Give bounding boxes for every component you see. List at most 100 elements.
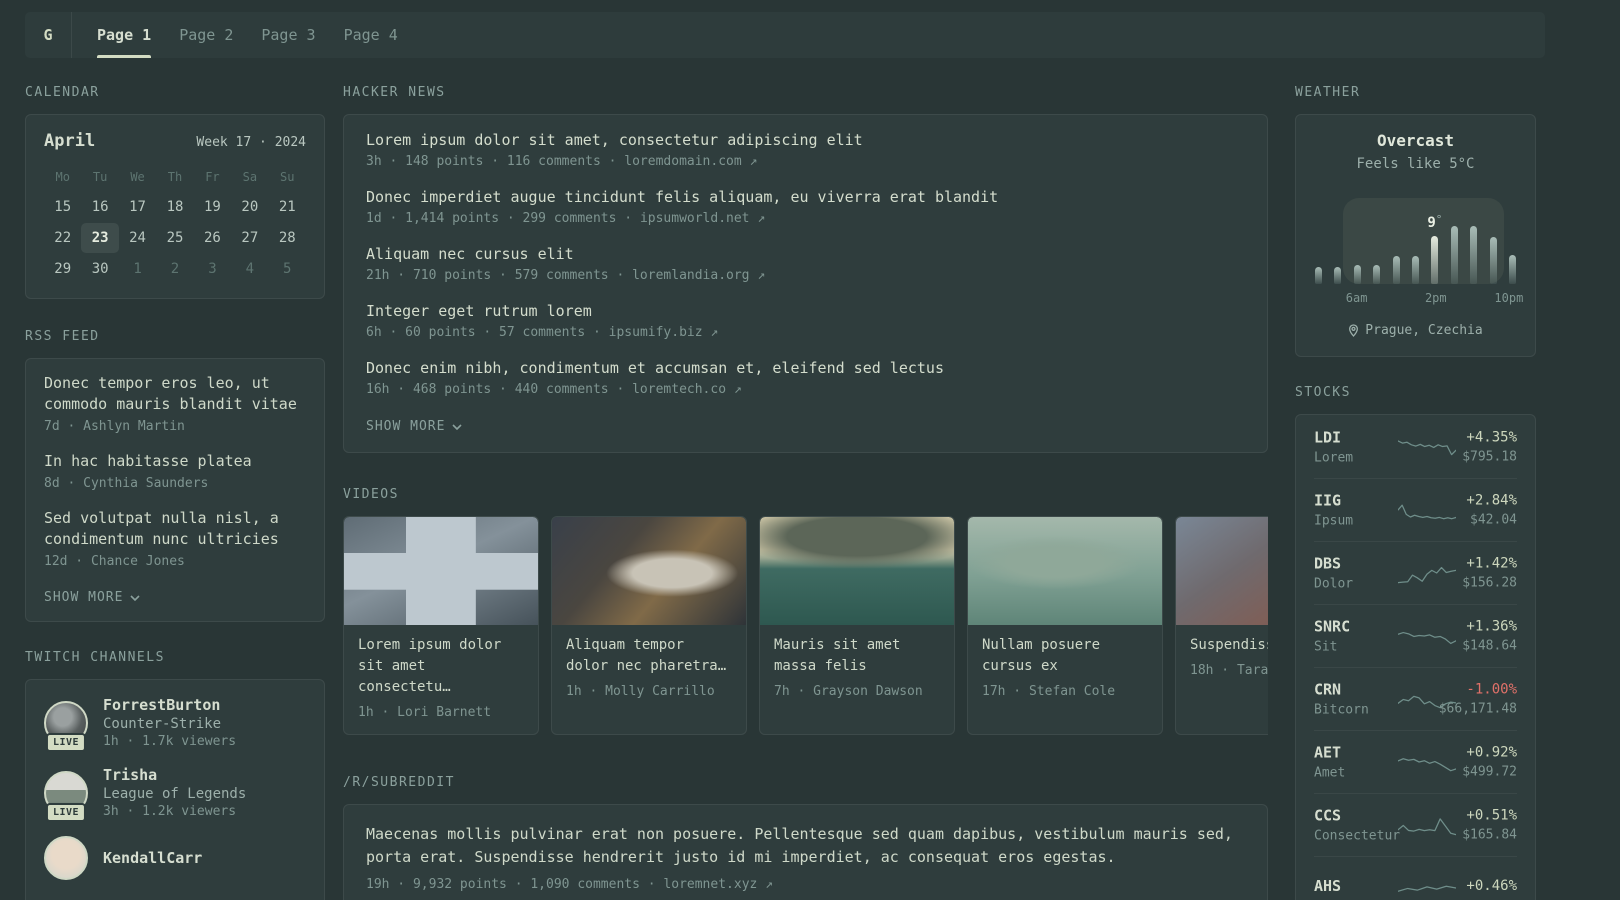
stock-price: $795.18 [1462, 449, 1517, 464]
subreddit-domain-link[interactable]: loremnet.xyz [663, 877, 757, 892]
hn-item-title[interactable]: Donec enim nibh, condimentum et accumsan… [366, 358, 1245, 378]
video-title[interactable]: Aliquam tempor dolor nec pharetra… [566, 635, 732, 677]
video-card[interactable]: Suspendisse diam 18h · Tara [1175, 516, 1268, 735]
video-thumbnail[interactable] [552, 517, 746, 625]
video-thumbnail[interactable] [344, 517, 538, 625]
hn-item-title[interactable]: Aliquam nec cursus elit [366, 244, 1245, 264]
video-title[interactable]: Mauris sit amet massa felis [774, 635, 940, 677]
channel-name[interactable]: ForrestBurton [103, 696, 236, 714]
twitch-channel[interactable]: KendallCarr [44, 836, 306, 880]
hn-item[interactable]: Donec imperdiet augue tincidunt felis al… [366, 187, 1245, 227]
videos-carousel[interactable]: Lorem ipsum dolor sit amet consectetu… 1… [343, 516, 1268, 735]
stock-symbol[interactable]: IIG [1314, 492, 1353, 510]
stock-price: $165.84 [1462, 827, 1517, 843]
stock-row[interactable]: AHS +0.46% [1314, 856, 1517, 900]
hn-item[interactable]: Aliquam nec cursus elit 21h · 710 points… [366, 244, 1245, 284]
weather-bar [1373, 265, 1381, 284]
stock-info: SNRC Sit [1314, 618, 1350, 655]
video-title[interactable]: Nullam posuere cursus ex [982, 635, 1148, 677]
stock-row[interactable]: AET Amet +0.92% $499.72 [1314, 730, 1517, 793]
video-card[interactable]: Mauris sit amet massa felis 7h · Grayson… [759, 516, 955, 735]
channel-name[interactable]: KendallCarr [103, 849, 202, 867]
tab-page-3[interactable]: Page 3 [261, 12, 315, 58]
calendar-month: April [44, 131, 96, 151]
stock-change: -1.00% [1466, 681, 1517, 698]
stock-sparkline [1398, 439, 1456, 455]
weather-bar [1489, 237, 1497, 284]
stock-row[interactable]: IIG Ipsum +2.84% $42.04 [1314, 478, 1517, 541]
tab-page-1[interactable]: Page 1 [97, 12, 152, 58]
hn-domain-link[interactable]: ipsumworld.net [640, 211, 750, 226]
subreddit-post-title[interactable]: Maecenas mollis pulvinar erat non posuer… [366, 823, 1245, 869]
rss-item-title[interactable]: Donec tempor eros leo, ut commodo mauris… [44, 373, 306, 415]
stock-row[interactable]: CRN Bitcorn -1.00% $66,171.48 [1314, 667, 1517, 730]
hn-item[interactable]: Lorem ipsum dolor sit amet, consectetur … [366, 130, 1245, 170]
video-card[interactable]: Lorem ipsum dolor sit amet consectetu… 1… [343, 516, 539, 735]
rss-item[interactable]: In hac habitasse platea 8d · Cynthia Sau… [44, 451, 306, 492]
hn-domain-link[interactable]: ipsumify.biz [609, 325, 703, 340]
hn-show-more-button[interactable]: SHOW MORE [366, 419, 463, 434]
hackernews-header: HACKER NEWS [343, 85, 446, 100]
rss-item[interactable]: Sed volutpat nulla nisl, a condimentum n… [44, 508, 306, 570]
video-card[interactable]: Aliquam tempor dolor nec pharetra… 1h · … [551, 516, 747, 735]
hn-domain-link[interactable]: loremlandia.org [632, 268, 749, 283]
current-temperature-label: 9° [1427, 213, 1443, 231]
tab-page-2[interactable]: Page 2 [179, 12, 233, 58]
twitch-channel[interactable]: LIVE Trisha League of Legends 3h · 1.2k … [44, 766, 306, 822]
hn-item-title[interactable]: Donec imperdiet augue tincidunt felis al… [366, 187, 1245, 207]
weekday-label: Sa [242, 170, 258, 184]
hn-item[interactable]: Donec enim nibh, condimentum et accumsan… [366, 358, 1245, 398]
calendar-day: 16 [91, 199, 109, 215]
rss-show-more-button[interactable]: SHOW MORE [44, 590, 141, 605]
stock-symbol[interactable]: CCS [1314, 807, 1400, 825]
tab-page-4[interactable]: Page 4 [344, 12, 398, 58]
video-body: Aliquam tempor dolor nec pharetra… 1h · … [552, 625, 746, 713]
stock-info: LDI Lorem [1314, 428, 1353, 465]
calendar-day: 30 [91, 261, 109, 277]
calendar-day: 15 [54, 199, 72, 215]
show-more-label: SHOW MORE [366, 419, 446, 434]
external-link-icon: ↗ [749, 154, 758, 169]
twitch-channel[interactable]: LIVE ForrestBurton Counter-Strike 1h · 1… [44, 696, 306, 752]
video-meta: 7h · Grayson Dawson [774, 684, 923, 699]
stock-sparkline [1398, 818, 1456, 836]
hn-item-title[interactable]: Lorem ipsum dolor sit amet, consectetur … [366, 130, 1245, 150]
video-thumbnail[interactable] [1176, 517, 1268, 625]
weather-location[interactable]: Prague, Czechia [1314, 323, 1517, 338]
video-thumbnail[interactable] [968, 517, 1162, 625]
rss-item-title[interactable]: Sed volutpat nulla nisl, a condimentum n… [44, 508, 306, 550]
stock-symbol[interactable]: AET [1314, 744, 1345, 762]
weather-card: Overcast Feels like 5°C 9° 6am 2pm 10pm [1295, 114, 1536, 357]
hn-domain-link[interactable]: loremdomain.com [624, 154, 741, 169]
stock-symbol[interactable]: LDI [1314, 428, 1353, 446]
hn-item-title[interactable]: Integer eget rutrum lorem [366, 301, 1245, 321]
page-tabs: Page 1 Page 2 Page 3 Page 4 [72, 12, 398, 58]
calendar-day: 1 [133, 261, 142, 277]
video-thumbnail[interactable] [760, 517, 954, 625]
stock-symbol[interactable]: CRN [1314, 681, 1369, 699]
stocks-header: STOCKS [1295, 385, 1351, 400]
stock-row[interactable]: DBS Dolor +1.42% $156.28 [1314, 541, 1517, 604]
stock-row[interactable]: CCS Consectetur +0.51% $165.84 [1314, 793, 1517, 856]
stock-symbol[interactable]: AHS [1314, 877, 1341, 895]
video-title[interactable]: Lorem ipsum dolor sit amet consectetu… [358, 635, 524, 698]
calendar-week-year: Week 17 · 2024 [196, 135, 306, 150]
stock-row[interactable]: LDI Lorem +4.35% $795.18 [1314, 415, 1517, 478]
video-card[interactable]: Nullam posuere cursus ex 17h · Stefan Co… [967, 516, 1163, 735]
stock-symbol[interactable]: DBS [1314, 555, 1353, 573]
video-title[interactable]: Suspendisse diam [1190, 635, 1268, 656]
rss-item-title[interactable]: In hac habitasse platea [44, 451, 306, 472]
calendar-day: 20 [241, 199, 259, 215]
stock-symbol[interactable]: SNRC [1314, 618, 1350, 636]
channel-info: Trisha League of Legends 3h · 1.2k viewe… [103, 766, 246, 819]
hn-item-meta: 16h · 468 points · 440 comments · loremt… [366, 381, 1245, 398]
hn-domain-link[interactable]: loremtech.co [632, 382, 726, 397]
stock-row[interactable]: SNRC Sit +1.36% $148.64 [1314, 604, 1517, 667]
hn-item[interactable]: Integer eget rutrum lorem 6h · 60 points… [366, 301, 1245, 341]
calendar-day: 25 [166, 230, 184, 246]
hn-meta-text: 16h · 468 points · 440 comments · [366, 382, 633, 397]
hackernews-card: Lorem ipsum dolor sit amet, consectetur … [343, 114, 1268, 453]
weather-bar [1392, 256, 1400, 284]
rss-item[interactable]: Donec tempor eros leo, ut commodo mauris… [44, 373, 306, 435]
channel-name[interactable]: Trisha [103, 766, 246, 784]
